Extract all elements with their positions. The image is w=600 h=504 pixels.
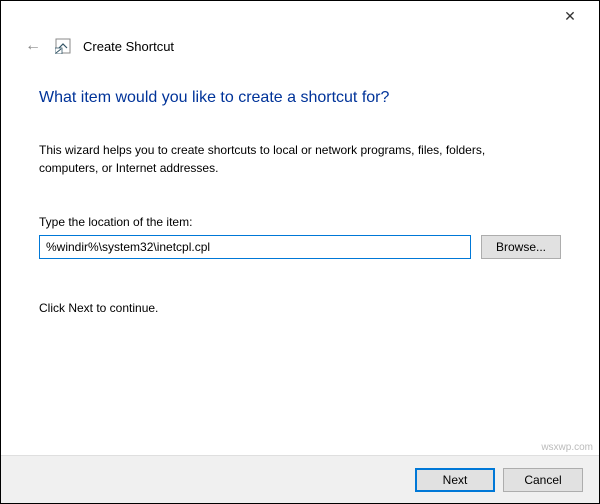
location-input[interactable]: [39, 235, 471, 259]
wizard-footer: Next Cancel: [1, 455, 599, 503]
browse-button[interactable]: Browse...: [481, 235, 561, 259]
continue-text: Click Next to continue.: [39, 301, 561, 315]
next-button[interactable]: Next: [415, 468, 495, 492]
watermark: wsxwp.com: [541, 442, 593, 453]
shortcut-icon: [55, 38, 71, 54]
page-heading: What item would you like to create a sho…: [39, 89, 561, 107]
close-icon: ✕: [564, 8, 576, 25]
location-label: Type the location of the item:: [39, 215, 561, 229]
close-button[interactable]: ✕: [555, 1, 585, 31]
window-title: Create Shortcut: [83, 39, 174, 54]
titlebar: ✕: [1, 1, 599, 31]
wizard-content: What item would you like to create a sho…: [1, 67, 599, 315]
back-arrow-icon[interactable]: ←: [25, 37, 43, 55]
description-text: This wizard helps you to create shortcut…: [39, 141, 539, 177]
wizard-header: ← Create Shortcut: [1, 31, 599, 67]
cancel-button[interactable]: Cancel: [503, 468, 583, 492]
location-row: Browse...: [39, 235, 561, 259]
